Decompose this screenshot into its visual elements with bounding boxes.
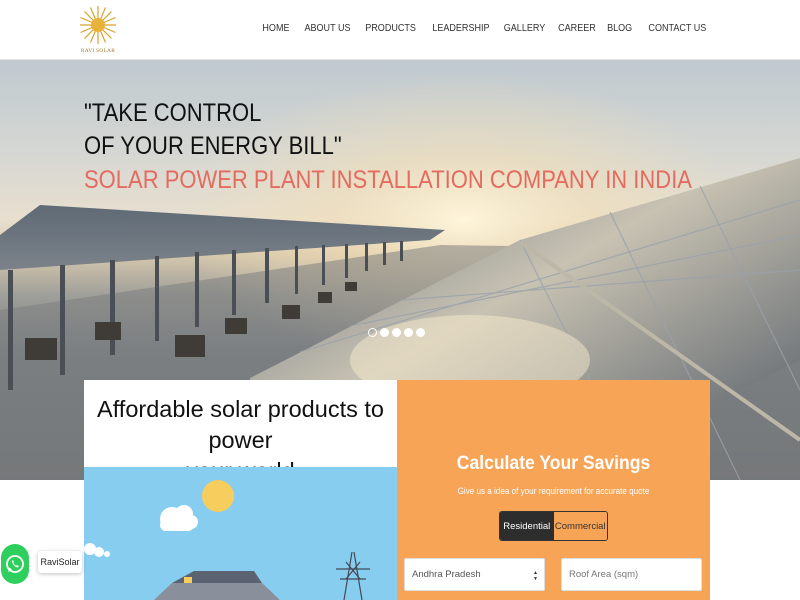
page: RAVI SOLAR HOME ABOUT US PRODUCTS LEADER… [0,0,800,600]
power-tower-icon [336,551,370,600]
nav-products[interactable]: PRODUCTS [365,22,416,34]
tab-residential[interactable]: Residential [500,512,554,540]
products-card: Affordable solar products to power your … [84,380,397,600]
nav-gallery[interactable]: GALLERY [503,22,544,34]
carousel-dots [368,328,425,337]
state-select-value: Andhra Pradesh [412,569,481,580]
nav-about-us[interactable]: ABOUT US [304,22,350,34]
sun-logo-icon [79,6,117,44]
carousel-dot-1[interactable] [368,328,377,337]
hero-title: "TAKE CONTROL OF YOUR ENERGY BILL" [84,97,342,163]
products-heading-line-1: Affordable solar products to power [97,396,384,453]
carousel-dot-5[interactable] [416,328,425,337]
calculator-subtitle: Give us a idea of your requirement for a… [457,486,650,496]
nav-home[interactable]: HOME [262,22,289,34]
sun-icon [202,480,234,512]
cloud-icon [160,505,198,531]
site-header: RAVI SOLAR HOME ABOUT US PRODUCTS LEADER… [0,0,800,60]
ravi-solar-logo[interactable]: RAVI SOLAR [79,4,117,58]
state-select[interactable]: Andhra Pradesh ▲ ▼ [404,558,545,591]
solar-house-illustration [84,467,397,600]
savings-calculator: Calculate Your Savings Give us a idea of… [397,380,710,600]
logo-text: RAVI SOLAR [80,48,116,54]
whatsapp-icon [6,555,24,573]
nav-blog[interactable]: BLOG [607,22,632,34]
hero-title-line-2: OF YOUR ENERGY BILL" [84,132,342,160]
hero-subtitle: SOLAR POWER PLANT INSTALLATION COMPANY I… [84,166,692,194]
tab-commercial[interactable]: Commercial [553,512,607,540]
nav-leadership[interactable]: LEADERSHIP [432,22,489,34]
illustration-art [84,480,370,600]
carousel-dot-2[interactable] [380,328,389,337]
calculator-title: Calculate Your Savings [456,452,651,474]
customer-type-toggle: Residential Commercial [499,511,608,541]
carousel-dot-3[interactable] [392,328,401,337]
nav-career[interactable]: CAREER [558,22,596,34]
roof-area-input[interactable]: Roof Area (sqm) [561,558,702,591]
small-cloud-icon [84,543,110,557]
hero-title-line-1: "TAKE CONTROL [84,99,262,127]
select-arrows-icon: ▲ ▼ [533,570,538,582]
carousel-dot-4[interactable] [404,328,413,337]
house-roof-icon [154,583,280,600]
nav-contact-us[interactable]: CONTACT US [648,22,706,34]
whatsapp-button[interactable] [1,544,29,584]
roof-area-placeholder: Roof Area (sqm) [569,569,639,580]
main-nav: HOME ABOUT US PRODUCTS LEADERSHIP GALLER… [251,22,706,34]
whatsapp-label[interactable]: RaviSolar [38,551,82,573]
